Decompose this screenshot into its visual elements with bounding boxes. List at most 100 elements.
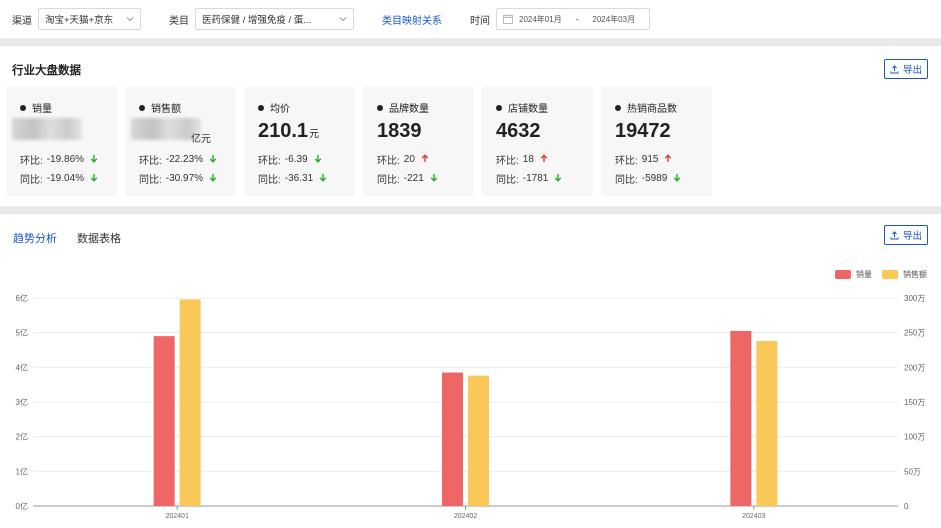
bar-sales-amount: [179, 299, 201, 506]
bullet-dot-icon: [258, 104, 264, 111]
arrow-up-icon: [664, 153, 672, 166]
mom-value: 915: [641, 154, 659, 165]
mom-stat: 环比: 20: [377, 152, 429, 167]
metric-card: 销量环比: -19.86% 同比: -19.04%: [6, 86, 117, 196]
mom-label: 环比:: [496, 156, 519, 167]
arrow-down-icon: [554, 173, 562, 185]
card-title: 销量: [20, 100, 52, 115]
date-end[interactable]: 2024年03月: [592, 14, 635, 25]
card-title: 均价: [258, 100, 290, 115]
filter-bar: 渠道 淘宝+天猫+京东 类目 医药保健 / 增强免疫 / 蛋... 类目映射关系…: [0, 0, 941, 38]
channel-select[interactable]: 淘宝+天猫+京东: [38, 8, 141, 30]
y-right-tick-label: 150万: [904, 398, 925, 407]
yoy-label: 同比:: [496, 175, 519, 186]
arrow-down-icon: [430, 173, 438, 185]
metric-card: 品牌数量 1839 环比: 20 同比: -221: [363, 86, 474, 196]
category-label: 类目: [169, 15, 189, 27]
trend-chart: 0亿 1亿 2亿 3亿 4亿 5亿 6亿 0 50万 100万 150万 200万 250万 300万 20…: [16, 293, 926, 520]
category-mapping-link[interactable]: 类目映射关系: [382, 12, 442, 27]
mom-value: 18: [522, 154, 534, 165]
yoy-label: 同比:: [615, 175, 638, 186]
yoy-stat: 同比: -1781: [496, 171, 562, 186]
bar-sales-amount: [756, 340, 778, 506]
yoy-value: -1781: [522, 173, 549, 184]
date-start[interactable]: 2024年01月: [519, 14, 562, 25]
export-label: 导出: [902, 65, 922, 76]
arrow-down-icon: [90, 173, 98, 185]
mom-label: 环比:: [615, 156, 638, 167]
channel-label: 渠道: [12, 15, 32, 27]
yoy-value: -5989: [641, 173, 668, 184]
export-button[interactable]: 导出: [884, 59, 928, 79]
mom-stat: 环比: -22.23%: [139, 152, 217, 167]
card-value-number: 1839: [377, 120, 422, 142]
card-value: 19472: [615, 120, 671, 143]
card-title: 品牌数量: [377, 100, 429, 115]
yoy-stat: 同比: -30.97%: [139, 171, 217, 186]
card-title-text: 品牌数量: [389, 104, 429, 115]
y-left-tick-label: 2亿: [16, 432, 28, 442]
arrow-down-icon: [673, 173, 681, 185]
industry-title: 行业大盘数据: [12, 65, 81, 77]
chevron-down-icon: [339, 15, 347, 23]
bullet-dot-icon: [496, 104, 502, 111]
y-right-tick-label: 200万: [904, 363, 925, 372]
metric-card: 店铺数量 4632 环比: 18 同比: -1781: [482, 86, 593, 196]
bar-sales-amount: [468, 375, 489, 506]
industry-panel: 行业大盘数据 导出 销量 环比: -19.86% 同比: -19.04% 销售额 亿元 环比:…: [0, 46, 941, 206]
mom-value: -22.23%: [165, 154, 204, 165]
mom-stat: 环比: 18: [496, 152, 548, 167]
arrow-up-icon: [421, 153, 429, 166]
mom-label: 环比:: [377, 156, 400, 167]
y-right-tick-label: 100万: [904, 433, 925, 442]
arrow-down-icon: [209, 173, 217, 185]
category-value: 医药保健 / 增强免疫 / 蛋...: [202, 15, 312, 26]
x-tick-label: 202402: [454, 513, 477, 520]
category-select[interactable]: 医药保健 / 增强免疫 / 蛋...: [195, 8, 354, 30]
yoy-stat: 同比: -221: [377, 171, 438, 186]
metric-card: 均价 210.1元 环比: -6.39 同比: -36.31: [244, 86, 355, 196]
mom-value: -19.86%: [46, 154, 85, 165]
obscured-value: [12, 118, 82, 140]
card-title-text: 店铺数量: [508, 104, 548, 115]
card-value: 4632: [496, 120, 541, 143]
yoy-label: 同比:: [377, 175, 400, 186]
y-right-tick-label: 50万: [904, 467, 921, 476]
arrow-down-icon: [90, 154, 98, 166]
card-value-number: 4632: [496, 120, 541, 142]
yoy-value: -36.31: [284, 173, 314, 184]
x-tick-label: 202401: [165, 513, 188, 520]
bullet-dot-icon: [20, 104, 26, 111]
y-right-tick-label: 300万: [904, 294, 925, 303]
mom-stat: 环比: -19.86%: [20, 152, 98, 167]
metric-card: 销售额 亿元 环比: -22.23% 同比: -30.97%: [125, 86, 236, 196]
calendar-icon: [503, 14, 513, 24]
mom-stat: 环比: 915: [615, 152, 672, 167]
card-value-number: 19472: [615, 120, 671, 142]
card-title-text: 热销商品数: [627, 104, 677, 115]
yoy-value: -30.97%: [165, 173, 204, 184]
yoy-stat: 同比: -19.04%: [20, 171, 98, 186]
date-range-picker[interactable]: 2024年01月 - 2024年03月: [496, 8, 650, 30]
mom-label: 环比:: [258, 156, 281, 167]
card-title: 店铺数量: [496, 100, 548, 115]
trend-panel: 趋势分析 数据表格 导出 销量 销售额 0亿 1亿 2亿 3亿 4亿 5亿 6亿 0 50万 10…: [0, 214, 941, 528]
card-title: 销售额: [139, 100, 181, 115]
mom-label: 环比:: [139, 156, 162, 167]
yoy-label: 同比:: [20, 175, 43, 186]
card-title-text: 均价: [270, 104, 290, 115]
metric-card: 热销商品数 19472 环比: 915 同比: -5989: [601, 86, 712, 196]
y-left-tick-label: 0亿: [16, 501, 28, 511]
yoy-value: -19.04%: [46, 173, 85, 184]
bullet-dot-icon: [139, 104, 145, 111]
card-title-text: 销量: [32, 104, 52, 115]
card-value: 210.1元: [258, 120, 319, 143]
yoy-stat: 同比: -36.31: [258, 171, 327, 186]
bullet-dot-icon: [615, 104, 621, 111]
yoy-stat: 同比: -5989: [615, 171, 681, 186]
y-right-tick-label: 250万: [904, 329, 925, 338]
card-value: 1839: [377, 120, 422, 143]
bar-sales-volume: [730, 330, 752, 506]
bar-sales-volume: [153, 336, 175, 506]
x-tick-label: 202403: [742, 513, 765, 520]
